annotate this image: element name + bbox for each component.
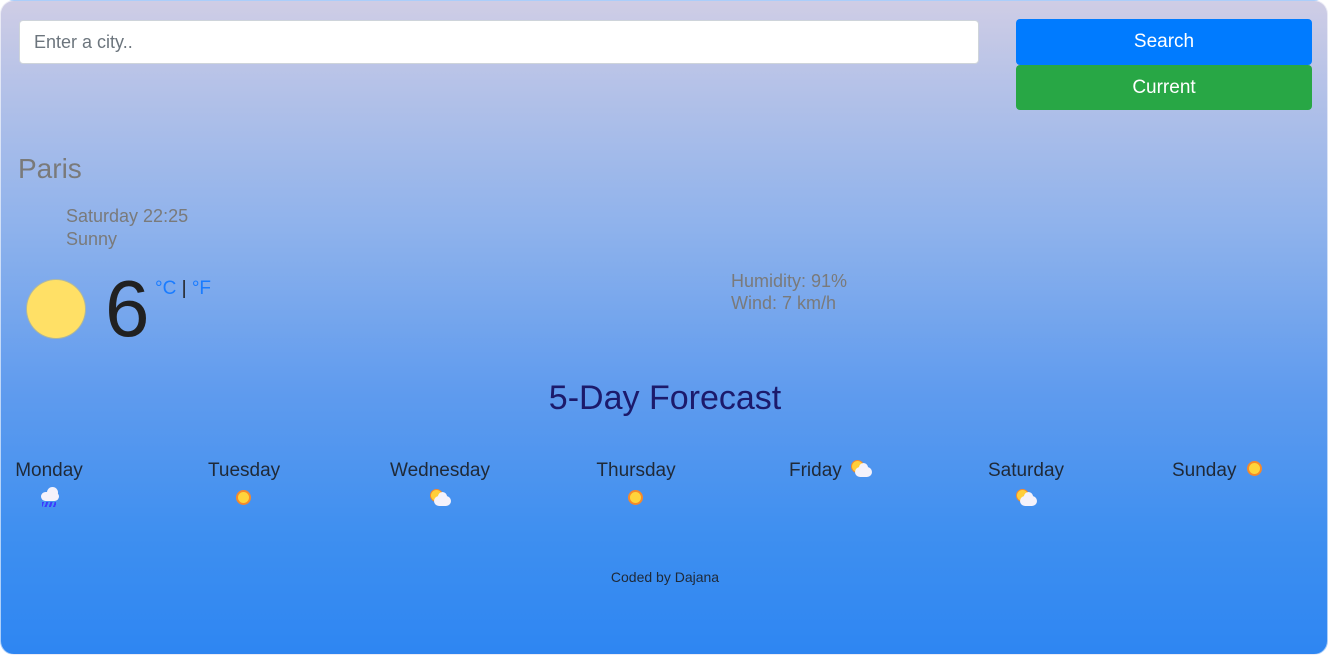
current-temperature: 6 xyxy=(105,264,150,353)
forecast-row: Monday Tuesday Wednesday Thursday Friday… xyxy=(1,459,1327,520)
city-name: Paris xyxy=(18,153,82,184)
forecast-day-name: Sunday xyxy=(1172,460,1237,481)
forecast-day-heading: Sunday xyxy=(1172,460,1272,482)
forecast-day: Thursday xyxy=(596,460,676,508)
forecast-day-name: Monday xyxy=(15,460,83,481)
weather-app: Search Current Paris Saturday 22:25 Sunn… xyxy=(0,0,1328,655)
city-search-input[interactable] xyxy=(19,20,979,64)
weather-details: Humidity: 91% Wind: 7 km/h xyxy=(731,270,847,314)
forecast-day-name: Saturday xyxy=(987,460,1065,481)
current-meta: Saturday 22:25 Sunny xyxy=(66,205,188,251)
partly-cloudy-icon xyxy=(850,459,872,479)
unit-toggle: °C | °F xyxy=(155,278,211,300)
forecast-day: Saturday xyxy=(987,460,1065,508)
forecast-day: Wednesday xyxy=(390,460,490,508)
humidity: Humidity: 91% xyxy=(731,271,848,291)
sun-icon xyxy=(625,488,647,508)
current-location-button[interactable]: Current xyxy=(1016,65,1312,110)
sun-icon xyxy=(1244,459,1266,479)
forecast-day: Monday xyxy=(15,460,83,508)
forecast-day-heading: Friday xyxy=(789,459,879,482)
current-datetime: Saturday 22:25 xyxy=(66,206,189,226)
forecast-day-name: Friday xyxy=(789,460,842,481)
search-button[interactable]: Search xyxy=(1016,19,1312,65)
forecast-day: Tuesday xyxy=(208,460,280,508)
unit-separator: | xyxy=(181,278,187,299)
sun-icon xyxy=(27,280,85,338)
rain-icon xyxy=(38,487,60,508)
celsius-link[interactable]: °C xyxy=(155,278,176,299)
weather-description: Sunny xyxy=(66,229,118,249)
forecast-title: 5-Day Forecast xyxy=(548,379,782,417)
forecast-day: Friday xyxy=(789,459,879,482)
wind-speed: Wind: 7 km/h xyxy=(731,293,837,313)
forecast-day-name: Wednesday xyxy=(390,460,490,481)
partly-cloudy-icon xyxy=(429,488,451,508)
forecast-day-name: Tuesday xyxy=(208,460,281,481)
fahrenheit-link[interactable]: °F xyxy=(192,278,211,299)
forecast-day-name: Thursday xyxy=(596,460,676,481)
forecast-day: Sunday xyxy=(1172,460,1272,482)
partly-cloudy-icon xyxy=(1015,488,1037,508)
footer-credit: Coded by Dajana xyxy=(610,569,720,585)
sun-icon xyxy=(233,488,255,508)
